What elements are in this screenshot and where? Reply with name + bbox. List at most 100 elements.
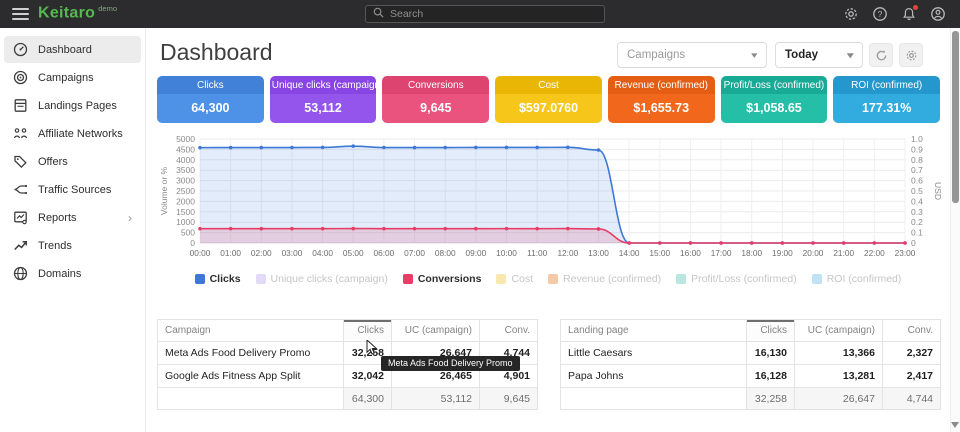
vertical-scrollbar[interactable] [950,28,960,432]
column-header-clicks[interactable]: Clicks [747,320,795,342]
metric-card-cost[interactable]: Cost$597.0760 [495,76,602,123]
cell-value: 2,327 [883,342,941,365]
date-range-select[interactable]: Today ▾ [775,42,863,68]
column-header-uc-campaign-[interactable]: UC (campaign) [795,320,883,342]
column-header-clicks[interactable]: Clicks [344,320,392,342]
svg-text:21:00: 21:00 [833,248,854,258]
table-row[interactable]: Papa Johns16,12813,2812,417 [561,365,941,388]
metric-label: Clicks [157,76,264,94]
metric-label: Unique clicks (campaign) [270,76,377,94]
sidebar-item-label: Affiliate Networks [38,128,123,140]
dashboard-settings-button[interactable] [899,43,923,67]
topbar-icons: ? [843,0,946,28]
legend-swatch [256,274,266,284]
notifications-bell-icon[interactable] [901,6,917,22]
scrollbar-down-arrow-icon[interactable] [951,422,959,428]
svg-text:0.9: 0.9 [911,144,923,154]
svg-text:09:00: 09:00 [465,248,486,258]
menu-toggle-icon[interactable] [12,8,29,20]
search-icon [373,5,384,23]
legend-swatch [496,274,506,284]
legend-label: ROI (confirmed) [827,273,902,285]
sidebar-item-offers[interactable]: Offers [4,148,141,175]
sidebar-item-label: Trends [38,240,72,252]
column-header-landing-page[interactable]: Landing page [561,320,747,342]
column-header-campaign[interactable]: Campaign [158,320,344,342]
account-icon[interactable] [930,6,946,22]
campaigns-filter-select[interactable]: Campaigns ▾ [617,42,767,68]
svg-text:0.8: 0.8 [911,155,923,165]
report-icon [13,210,28,225]
legend-item-conversions[interactable]: Conversions [403,273,482,285]
tag-icon [13,154,28,169]
sidebar-item-dashboard[interactable]: Dashboard [4,36,141,63]
search-input[interactable] [390,8,597,20]
metric-label: Conversions [382,76,489,94]
total-value: 64,300 [344,388,392,410]
legend-item-roi-confirmed-[interactable]: ROI (confirmed) [812,273,902,285]
legend-swatch [195,274,205,284]
legend-swatch [403,274,413,284]
totals-row: 64,30053,1129,645 [158,388,538,410]
sidebar-item-landings-pages[interactable]: Landings Pages [4,92,141,119]
sidebar-item-domains[interactable]: Domains [4,260,141,287]
scrollbar-thumb[interactable] [952,31,959,203]
legend-item-unique-clicks-campaign-[interactable]: Unique clicks (campaign) [256,273,388,285]
legend-item-clicks[interactable]: Clicks [195,273,241,285]
legend-label: Clicks [210,273,241,285]
chevron-down-icon: ▾ [848,50,854,61]
svg-text:01:00: 01:00 [220,248,241,258]
metric-card-profit-loss-confirmed-[interactable]: Profit/Loss (confirmed)$1,058.65 [721,76,828,123]
column-header-conv-[interactable]: Conv. [480,320,538,342]
refresh-button[interactable] [869,43,893,67]
global-search[interactable] [365,5,605,23]
sidebar-item-reports[interactable]: Reports› [4,204,141,231]
chevron-down-icon: ▾ [752,50,758,61]
svg-text:3500: 3500 [176,165,195,175]
cell-name: Google Ads Fitness App Split [158,365,344,388]
settings-icon[interactable] [843,6,859,22]
svg-text:03:00: 03:00 [282,248,303,258]
sidebar-item-affiliate-networks[interactable]: Affiliate Networks [4,120,141,147]
svg-text:14:00: 14:00 [619,248,640,258]
legend-item-revenue-confirmed-[interactable]: Revenue (confirmed) [548,273,661,285]
total-value [561,388,747,410]
legend-label: Cost [511,273,533,285]
metric-card-unique-clicks-campaign-[interactable]: Unique clicks (campaign)53,112 [270,76,377,123]
svg-text:06:00: 06:00 [374,248,395,258]
sidebar-item-label: Domains [38,268,81,280]
metric-card-clicks[interactable]: Clicks64,300 [157,76,264,123]
svg-text:19:00: 19:00 [772,248,793,258]
svg-text:0.7: 0.7 [911,165,923,175]
sidebar-item-traffic-sources[interactable]: Traffic Sources [4,176,141,203]
metric-label: Revenue (confirmed) [608,76,715,94]
legend-item-cost[interactable]: Cost [496,273,533,285]
metric-value: $597.0760 [495,94,602,123]
total-value: 9,645 [480,388,538,410]
column-header-uc-campaign-[interactable]: UC (campaign) [392,320,480,342]
metric-card-conversions[interactable]: Conversions9,645 [382,76,489,123]
svg-text:20:00: 20:00 [803,248,824,258]
svg-text:18:00: 18:00 [741,248,762,258]
legend-label: Profit/Loss (confirmed) [691,273,797,285]
metric-value: 53,112 [270,94,377,123]
help-icon[interactable]: ? [872,6,888,22]
landing-pages-table: Landing pageClicksUC (campaign)Conv.Litt… [560,319,941,410]
sidebar-item-campaigns[interactable]: Campaigns [4,64,141,91]
legend-swatch [548,274,558,284]
column-header-conv-[interactable]: Conv. [883,320,941,342]
summary-cards: Clicks64,300Unique clicks (campaign)53,1… [157,76,940,123]
metric-card-roi-confirmed-[interactable]: ROI (confirmed)177.31% [833,76,940,123]
svg-text:10:00: 10:00 [496,248,517,258]
metric-card-revenue-confirmed-[interactable]: Revenue (confirmed)$1,655.73 [608,76,715,123]
svg-text:0.4: 0.4 [911,196,923,206]
svg-text:07:00: 07:00 [404,248,425,258]
page-title: Dashboard [160,39,273,66]
table-row[interactable]: Little Caesars16,13013,3662,327 [561,342,941,365]
svg-text:22:00: 22:00 [864,248,885,258]
sidebar-item-trends[interactable]: Trends [4,232,141,259]
legend-item-profit-loss-confirmed-[interactable]: Profit/Loss (confirmed) [676,273,797,285]
svg-text:16:00: 16:00 [680,248,701,258]
keitaro-logo[interactable]: Keitarodemo [38,4,117,22]
legend-label: Revenue (confirmed) [563,273,661,285]
